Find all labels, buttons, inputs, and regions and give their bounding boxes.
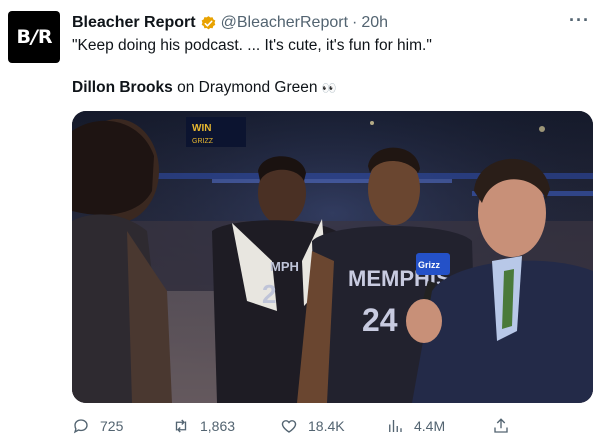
views-button[interactable]: 4.4M	[386, 414, 445, 438]
left-jersey-team: MPH	[270, 259, 299, 274]
scoreboard: WIN GRIZZ	[186, 117, 246, 147]
eyes-emoji-icon: 👀	[321, 80, 338, 95]
center-jersey-number: 24	[362, 302, 398, 338]
mic-flag-text: Grizz	[418, 260, 441, 270]
account-name[interactable]: Bleacher Report	[72, 14, 196, 32]
tweet-text: "Keep doing his podcast. ... It's cute, …	[72, 37, 432, 54]
scoreboard-win-text: WIN	[192, 123, 211, 134]
scoreboard-small-text: GRIZZ	[192, 138, 214, 145]
tweet-media-image[interactable]: WIN GRIZZ 2 MPH MEMPHIS 24 Grizz	[72, 111, 593, 403]
avatar-slash: /	[30, 26, 38, 48]
tweet-header: Bleacher Report @BleacherReport · 20h	[72, 12, 388, 34]
reply-button[interactable]: 725	[72, 414, 123, 438]
subject-rest: on Draymond Green	[172, 79, 318, 96]
separator-dot: ·	[352, 14, 358, 31]
account-handle[interactable]: @BleacherReport	[221, 14, 348, 32]
like-button[interactable]: 18.4K	[280, 414, 345, 438]
more-options-icon[interactable]: ···	[569, 10, 590, 31]
retweet-icon	[175, 419, 187, 433]
tweet-subject-line: Dillon Brooks on Draymond Green 👀	[72, 79, 338, 97]
avatar[interactable]: B / R	[8, 11, 60, 63]
retweet-button[interactable]: 1,863	[172, 414, 235, 438]
heart-icon	[281, 420, 297, 433]
tweet-timestamp[interactable]: 20h	[361, 14, 388, 32]
verified-badge-icon	[201, 15, 215, 29]
share-button[interactable]	[492, 414, 510, 438]
views-chart-icon	[389, 420, 402, 432]
avatar-letter-r: R	[37, 26, 53, 48]
left-jersey-number: 2	[262, 279, 276, 309]
like-count: 18.4K	[308, 418, 345, 434]
views-count: 4.4M	[414, 418, 446, 434]
reply-count: 725	[100, 418, 124, 434]
retweet-count: 1,863	[200, 418, 236, 434]
subject-name: Dillon Brooks	[72, 79, 173, 96]
media-illustration: WIN GRIZZ 2 MPH MEMPHIS 24 Grizz	[72, 111, 593, 403]
reply-icon	[73, 419, 88, 434]
avatar-letter-b: B	[16, 26, 31, 48]
tweet-actions: 725 1,863 18.4K 4.4M	[72, 414, 592, 438]
share-icon	[494, 418, 508, 433]
